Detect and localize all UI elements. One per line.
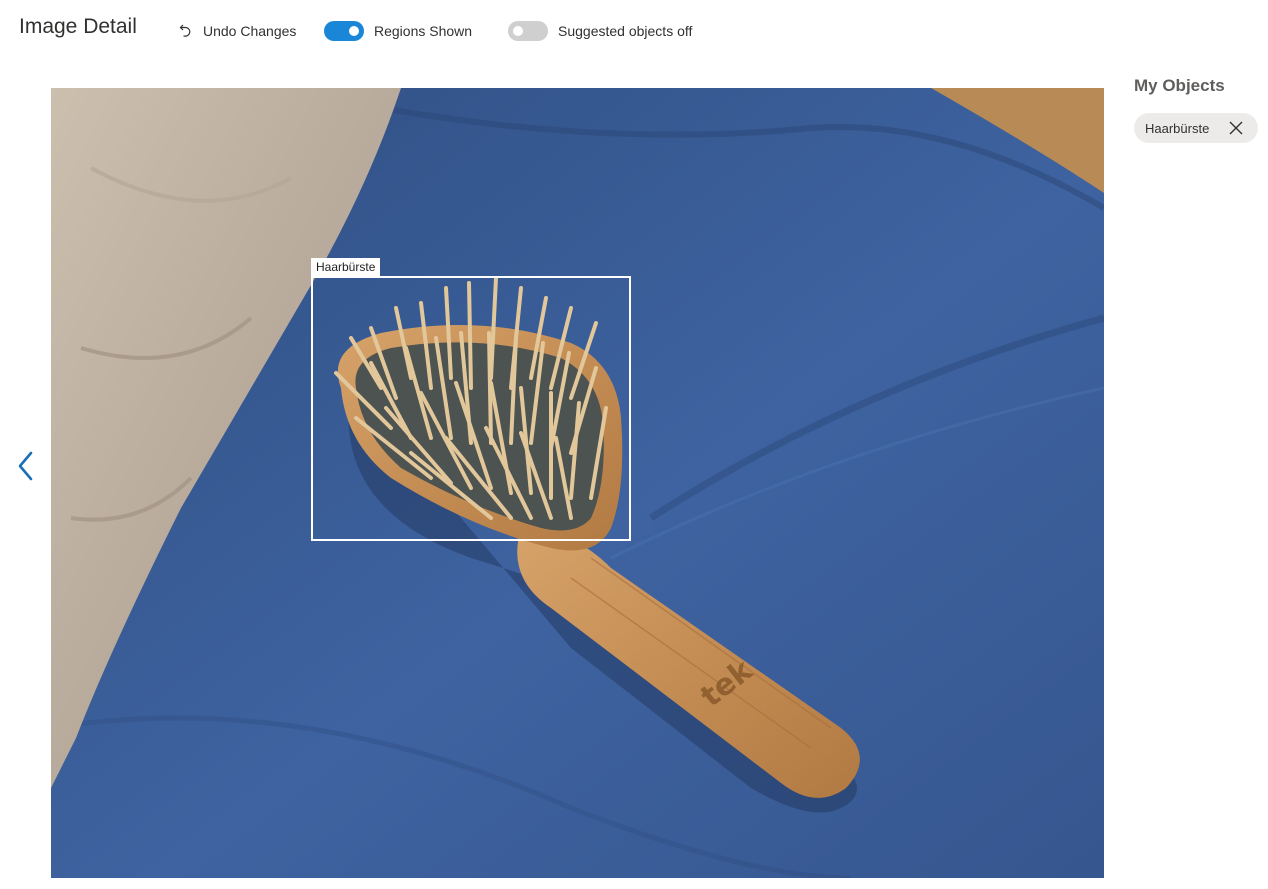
page-title: Image Detail	[19, 15, 137, 38]
object-chip-label: Haarbürste	[1145, 120, 1210, 136]
region-label-tag[interactable]: Haarbürste	[311, 258, 381, 277]
suggested-objects-toggle[interactable]: Suggested objects off	[508, 21, 692, 41]
suggested-objects-label: Suggested objects off	[558, 23, 693, 39]
toggle-knob	[513, 26, 523, 36]
toggle-knob	[349, 26, 359, 36]
undo-changes-button[interactable]: Undo Changes	[178, 21, 296, 41]
toolbar: Image Detail Undo Changes Regions Shown …	[0, 0, 1268, 62]
my-objects-title: My Objects	[1134, 76, 1225, 95]
regions-shown-label: Regions Shown	[374, 23, 473, 39]
region-bounding-box[interactable]	[311, 276, 631, 541]
undo-changes-label: Undo Changes	[203, 23, 297, 39]
regions-shown-toggle[interactable]: Regions Shown	[324, 21, 472, 41]
suggested-toggle-switch[interactable]	[508, 21, 548, 41]
undo-icon	[179, 24, 191, 37]
my-objects-panel: My Objects Haarbürste	[1134, 76, 1264, 143]
close-icon-glyph	[1229, 121, 1243, 135]
object-chip-haarburste[interactable]: Haarbürste	[1134, 113, 1258, 143]
regions-toggle-switch[interactable]	[324, 21, 364, 41]
previous-image-button[interactable]	[12, 448, 40, 484]
image-canvas[interactable]: tek Haarbürste	[51, 88, 1104, 878]
chevron-left-icon	[18, 451, 33, 481]
close-icon[interactable]	[1228, 120, 1244, 136]
